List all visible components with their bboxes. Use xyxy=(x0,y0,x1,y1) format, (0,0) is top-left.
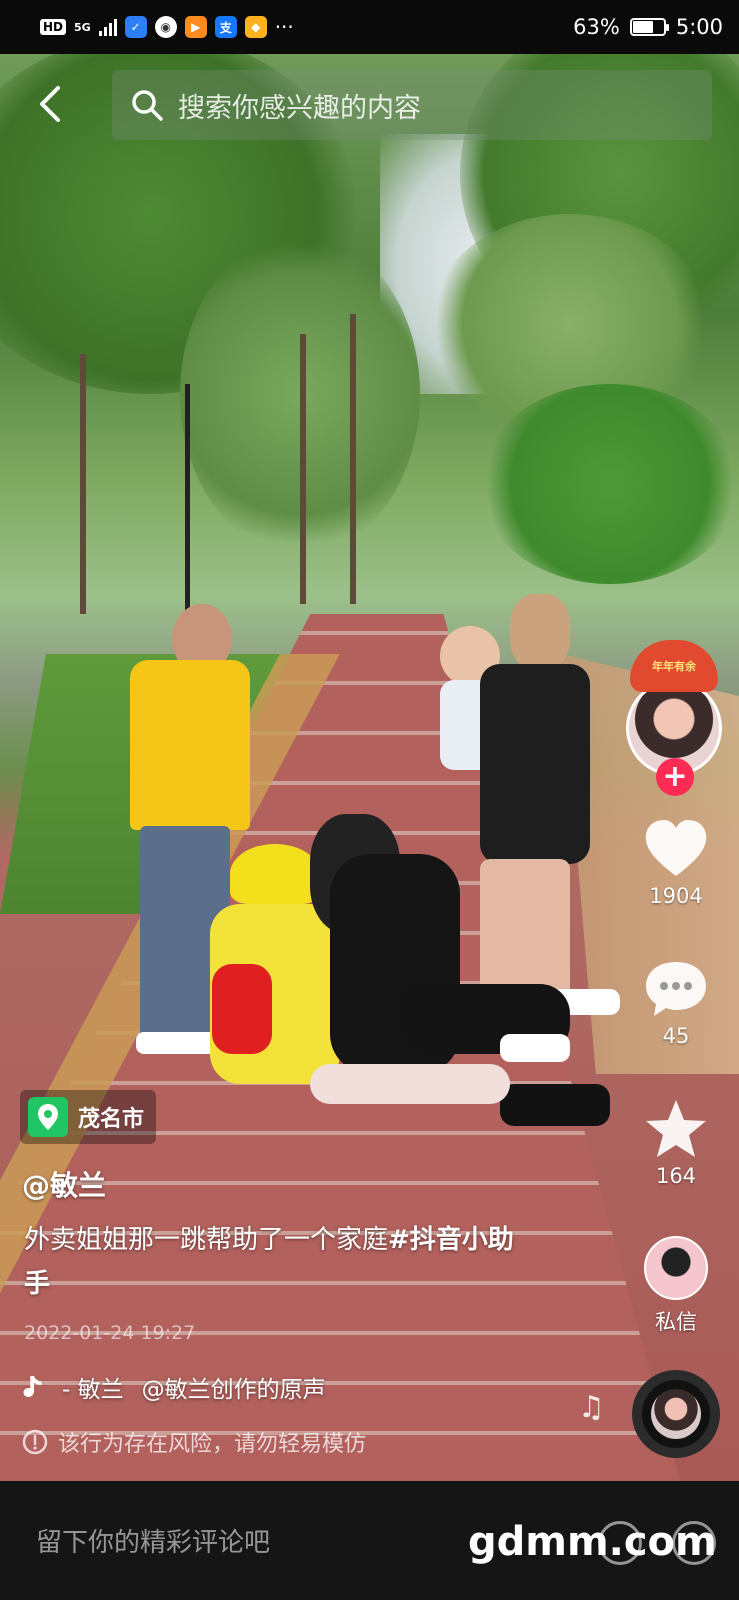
follow-button[interactable]: + xyxy=(656,758,694,796)
battery-percent: 63% xyxy=(573,15,620,39)
back-button[interactable] xyxy=(34,84,70,124)
post-date: 2022-01-24 19:27 xyxy=(24,1322,196,1344)
search-bar[interactable]: 搜索你感兴趣的内容 xyxy=(112,70,712,140)
favorite-count: 164 xyxy=(655,1164,697,1188)
comment-input-placeholder[interactable]: 留下你的精彩评论吧 xyxy=(36,1522,270,1559)
signal-icon xyxy=(98,18,117,36)
more-notifications-icon: ··· xyxy=(274,15,294,39)
status-bar: HD 5G ✓ ◉ ▶ 支 ◆ ··· 63% 5:00 xyxy=(0,0,739,54)
description-text: 外卖姐姐那一跳帮助了一个家庭 xyxy=(24,1225,389,1255)
private-message-button[interactable]: 私信 xyxy=(626,1236,726,1336)
hd-indicator: HD xyxy=(40,19,67,35)
music-info[interactable]: - 敏兰 @敏兰创作的原声 xyxy=(22,1370,326,1404)
music-disc-cover xyxy=(651,1389,701,1439)
post-description: 外卖姐姐那一跳帮助了一个家庭#抖音小助手 xyxy=(24,1218,534,1306)
star-icon xyxy=(646,1100,706,1157)
search-placeholder: 搜索你感兴趣的内容 xyxy=(178,92,421,124)
comment-count: 45 xyxy=(662,1024,690,1048)
music-artist: - 敏兰 xyxy=(62,1377,124,1403)
app-notification-icon: ▶ xyxy=(184,16,207,38)
like-button[interactable]: 1904 xyxy=(626,818,726,908)
warning-icon xyxy=(22,1429,48,1455)
search-icon xyxy=(132,90,163,121)
alipay-icon: 支 xyxy=(214,16,237,38)
heart-icon xyxy=(645,820,707,876)
tiktok-note-icon xyxy=(23,1376,42,1397)
video-tree xyxy=(480,384,739,584)
music-disc[interactable] xyxy=(632,1370,720,1458)
app-notification-icon: ◉ xyxy=(154,16,177,38)
video-people-on-ground xyxy=(200,814,620,1174)
battery-icon xyxy=(629,18,669,36)
video-trunk xyxy=(350,314,356,604)
author-name[interactable]: @敏兰 xyxy=(22,1164,106,1204)
location-tag[interactable]: 茂名市 xyxy=(20,1090,157,1144)
music-note-icon: ♫ xyxy=(578,1390,605,1425)
app-notification-icon: ✓ xyxy=(124,16,147,38)
watermark: gdmm.com xyxy=(468,1519,717,1565)
message-avatar xyxy=(644,1236,708,1300)
risk-warning: 该行为存在风险，请勿轻易模仿 xyxy=(22,1426,366,1458)
like-count: 1904 xyxy=(649,884,703,908)
location-name: 茂名市 xyxy=(78,1107,145,1132)
comment-bar[interactable]: 留下你的精彩评论吧 gdmm.com xyxy=(0,1481,739,1600)
favorite-button[interactable]: 164 xyxy=(626,1098,726,1188)
creator-avatar[interactable]: 年年有余 + xyxy=(626,640,722,796)
battery-fill xyxy=(632,21,653,33)
video-trunk xyxy=(300,334,306,604)
comment-button[interactable]: 45 xyxy=(626,958,726,1048)
location-pin-icon xyxy=(28,1097,68,1137)
network-type: 5G xyxy=(74,20,91,34)
music-title: @敏兰创作的原声 xyxy=(141,1377,326,1403)
risk-warning-text: 该行为存在风险，请勿轻易模仿 xyxy=(58,1432,367,1457)
app-notification-icon: ◆ xyxy=(244,16,267,38)
clock: 5:00 xyxy=(675,15,723,39)
comment-icon xyxy=(646,962,706,1016)
video-trunk xyxy=(80,354,86,614)
avatar-hat-badge: 年年有余 xyxy=(630,640,718,692)
video-trunk xyxy=(185,384,190,614)
back-icon xyxy=(40,86,60,122)
private-message-label: 私信 xyxy=(655,1310,697,1334)
